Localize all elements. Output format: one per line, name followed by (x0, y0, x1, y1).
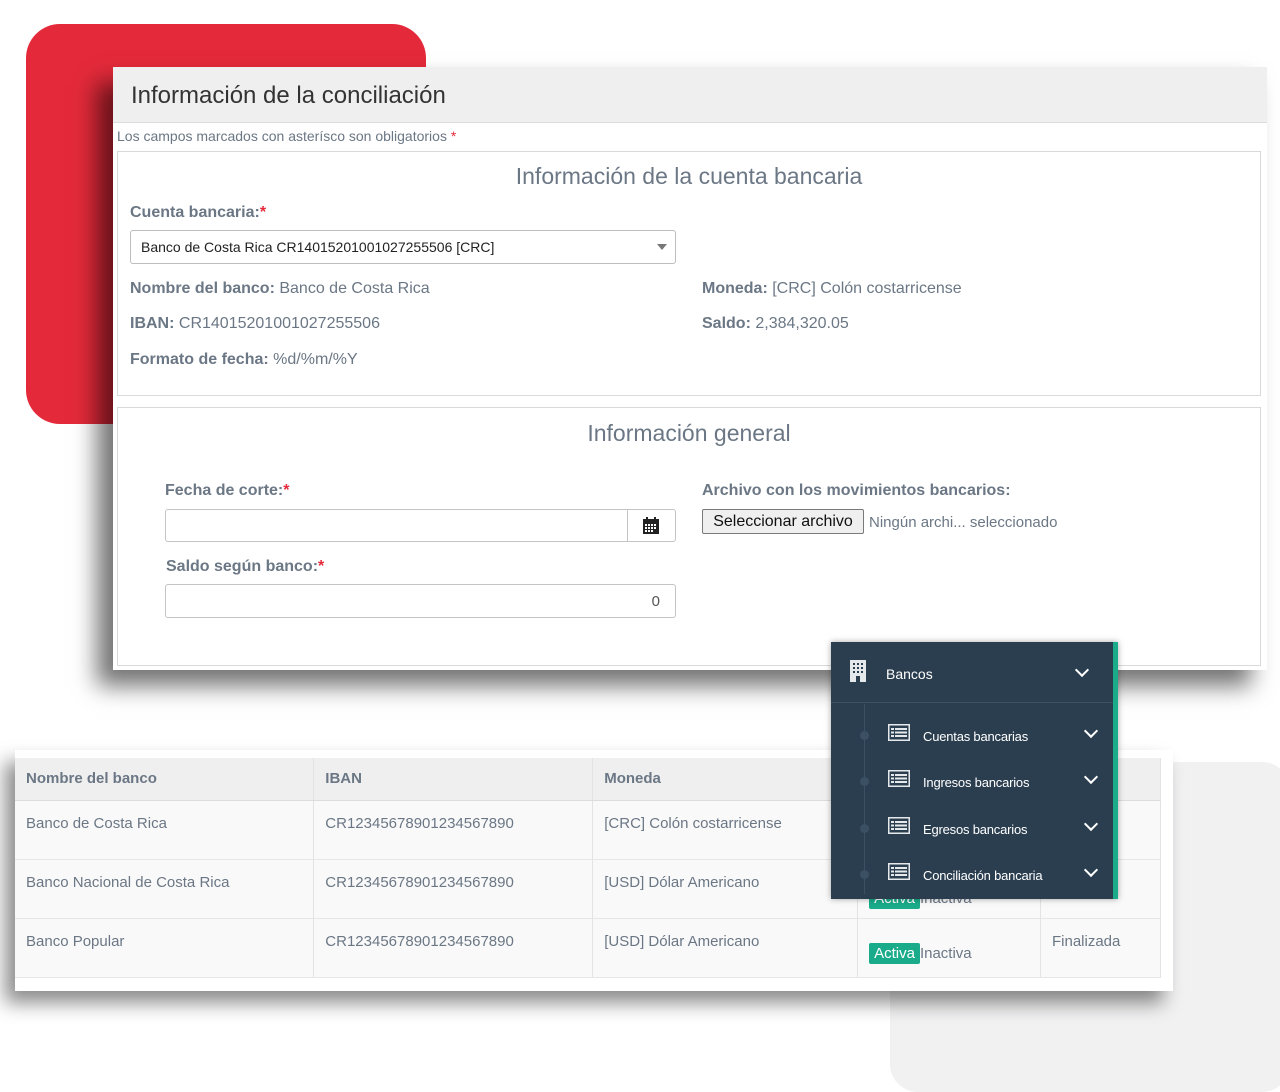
menu-item-conciliacion-bancaria[interactable]: Conciliación bancaria (831, 849, 1113, 893)
tree-dot (860, 824, 869, 833)
menu-item-ingresos-bancarios[interactable]: Ingresos bancarios (831, 756, 1113, 800)
chevron-down-icon[interactable] (1083, 862, 1099, 878)
cell-currency: [USD] Dólar Americano (592, 859, 859, 919)
chevron-down-icon[interactable] (1074, 662, 1090, 678)
bank-name-info: Nombre del banco: Banco de Costa Rica (130, 280, 430, 297)
section-title-bank-account: Información de la cuenta bancaria (515, 163, 863, 189)
menu-item-label: Conciliación bancaria (923, 868, 1043, 883)
cell-currency: [USD] Dólar Americano (592, 918, 859, 978)
menu-header-bancos[interactable]: Bancos (831, 642, 1113, 703)
account-label: Cuenta bancaria:* (130, 204, 267, 221)
bank-balance-label: Saldo según banco:* (166, 558, 325, 575)
chevron-down-icon[interactable] (1083, 723, 1099, 739)
bank-balance-value: 0 (651, 593, 660, 610)
menu-item-egresos-bancarios[interactable]: Egresos bancarios (831, 803, 1113, 847)
table-row[interactable]: Banco Popular CR12345678901234567890 [US… (15, 918, 1162, 978)
tree-dot (860, 777, 869, 786)
select-file-button[interactable]: Seleccionar archivo (702, 509, 864, 534)
currency-info: Moneda: [CRC] Colón costarricense (702, 280, 962, 297)
chevron-down-icon[interactable] (1083, 769, 1099, 785)
menu-item-label: Egresos bancarios (923, 822, 1028, 837)
page-title: Información de la conciliación (131, 82, 446, 109)
bank-account-selected-value: Banco de Costa Rica CR140152010010272555… (141, 239, 495, 255)
column-header-currency[interactable]: Moneda (592, 758, 859, 801)
building-icon (850, 660, 866, 682)
banks-sidebar-menu: Bancos Cuentas bancarias Ingresos bancar… (831, 642, 1118, 899)
date-format-info: Formato de fecha: %d/%m/%Y (130, 351, 358, 368)
cut-date-label: Fecha de corte:* (165, 482, 290, 499)
cell-iban: CR12345678901234567890 (313, 918, 594, 978)
list-icon (888, 724, 910, 741)
active-indicator (1113, 642, 1118, 899)
status-inactive-label[interactable]: Inactiva (920, 945, 972, 962)
chevron-down-icon[interactable] (1083, 816, 1099, 832)
panel-header: Información de la conciliación (113, 67, 1267, 123)
column-header-iban[interactable]: IBAN (313, 758, 594, 801)
cell-bank-name: Banco de Costa Rica (15, 800, 315, 860)
tree-dot (860, 731, 869, 740)
cell-bank-name: Banco Nacional de Costa Rica (15, 859, 315, 919)
menu-header-label: Bancos (886, 666, 933, 682)
section-title-general: Información general (587, 420, 791, 446)
reconciliation-form-panel: Información de la conciliación Los campo… (113, 67, 1267, 670)
balance-info: Saldo: 2,384,320.05 (702, 315, 849, 332)
menu-item-label: Cuentas bancarias (923, 729, 1028, 744)
bank-balance-input[interactable]: 0 (165, 584, 676, 618)
list-icon (888, 770, 910, 787)
required-fields-note: Los campos marcados con asterísco son ob… (117, 128, 457, 144)
cell-iban: CR12345678901234567890 (313, 859, 594, 919)
status-active-badge[interactable]: Activa (869, 942, 920, 964)
cell-state: Finalizada (1040, 918, 1162, 978)
chevron-down-icon (657, 244, 667, 250)
list-icon (888, 817, 910, 834)
list-icon (888, 863, 910, 880)
bank-account-section: Información de la cuenta bancaria Cuenta… (117, 151, 1261, 396)
menu-item-label: Ingresos bancarios (923, 775, 1030, 790)
tree-dot (860, 870, 869, 879)
calendar-icon (643, 517, 659, 534)
file-status-text: Ningún archi... seleccionado (869, 514, 1058, 531)
cell-iban: CR12345678901234567890 (313, 800, 594, 860)
general-info-section: Información general Fecha de corte:* Sal… (117, 407, 1261, 666)
cell-currency: [CRC] Colón costarricense (592, 800, 859, 860)
menu-item-cuentas-bancarias[interactable]: Cuentas bancarias (831, 710, 1113, 754)
file-label: Archivo con los movimientos bancarios: (702, 482, 1011, 499)
bank-account-select[interactable]: Banco de Costa Rica CR140152010010272555… (130, 230, 676, 264)
cell-bank-name: Banco Popular (15, 918, 315, 978)
cut-date-field[interactable] (165, 509, 676, 542)
column-header-bank-name[interactable]: Nombre del banco (15, 758, 315, 801)
calendar-button[interactable] (627, 510, 675, 541)
cell-status: ActivaInactiva (857, 918, 1041, 978)
iban-info: IBAN: CR14015201001027255506 (130, 315, 380, 332)
